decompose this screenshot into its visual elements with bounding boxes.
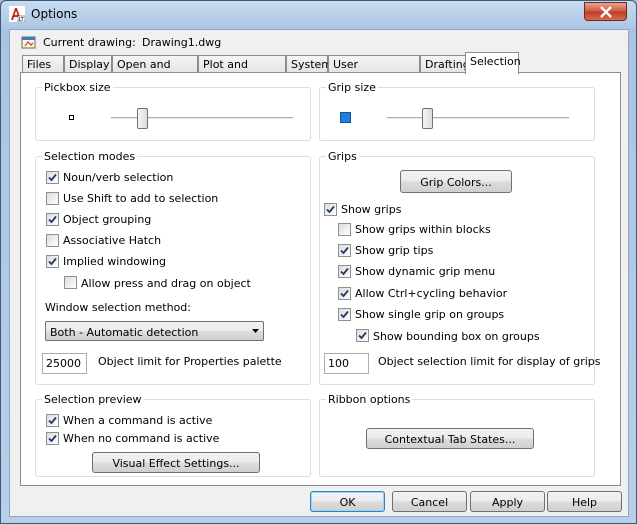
show-grips-checkbox[interactable] (324, 203, 337, 216)
dropdown-arrow-icon (252, 329, 259, 333)
when-no-command-active-checkbox[interactable] (46, 432, 59, 445)
when-command-active-label: When a command is active (63, 414, 213, 427)
drawing-file-icon (21, 36, 36, 49)
dialog-client-area: Current drawing: Drawing1.dwg Files Disp… (9, 29, 629, 517)
current-drawing-name: Drawing1.dwg (142, 36, 222, 49)
options-dialog: LT Options Current drawing: Drawing1.dwg… (0, 0, 637, 524)
checkmark-icon (48, 215, 57, 224)
tab-system[interactable]: System (286, 55, 332, 73)
pickbox-preview (69, 115, 74, 120)
window-selection-method-value: Both - Automatic detection (50, 326, 199, 339)
grip-size-preview (340, 112, 351, 123)
checkmark-icon (48, 257, 57, 266)
tab-drafting[interactable]: Drafting (420, 55, 470, 73)
ribbon-options-group: Ribbon options Contextual Tab States... (319, 393, 595, 477)
allow-ctrl-cycling-checkbox[interactable] (338, 287, 351, 300)
window-selection-method-label: Window selection method: (45, 301, 191, 314)
checkmark-icon (48, 416, 57, 425)
apply-button[interactable]: Apply (470, 491, 545, 512)
pickbox-size-group: Pickbox size (35, 81, 311, 141)
show-dynamic-grip-menu-label: Show dynamic grip menu (355, 265, 496, 278)
grip-size-group: Grip size (319, 81, 595, 141)
grips-title: Grips (326, 150, 359, 163)
selection-preview-title: Selection preview (42, 393, 144, 406)
pickbox-size-title: Pickbox size (42, 81, 113, 94)
tab-files[interactable]: Files (22, 55, 64, 73)
grip-size-title: Grip size (326, 81, 378, 94)
grip-size-slider[interactable] (422, 108, 434, 129)
show-grip-tips-checkbox[interactable] (338, 244, 351, 257)
checkmark-icon (326, 205, 335, 214)
window-title: Options (31, 7, 78, 21)
ok-button[interactable]: OK (310, 491, 385, 512)
object-grouping-label: Object grouping (63, 213, 152, 226)
tab-display[interactable]: Display (64, 55, 112, 73)
cancel-button[interactable]: Cancel (392, 491, 467, 512)
selection-preview-group: Selection preview When a command is acti… (35, 393, 311, 477)
tab-open-and-save[interactable]: Open and Save (112, 55, 198, 84)
noun-verb-selection-label: Noun/verb selection (63, 171, 174, 184)
checkmark-icon (48, 173, 57, 182)
show-single-grip-label: Show single grip on groups (355, 308, 505, 321)
checkmark-icon (48, 434, 57, 443)
checkmark-icon (340, 267, 349, 276)
grip-selection-limit-input[interactable]: 100 (324, 353, 369, 374)
grip-colors-button[interactable]: Grip Colors... (400, 170, 512, 193)
show-grip-tips-label: Show grip tips (355, 244, 434, 257)
contextual-tab-states-button[interactable]: Contextual Tab States... (366, 428, 534, 449)
when-command-active-checkbox[interactable] (46, 414, 59, 427)
show-single-grip-checkbox[interactable] (338, 308, 351, 321)
pickbox-slider[interactable] (136, 108, 148, 129)
tab-user-preferences[interactable]: User Preferences (328, 55, 420, 84)
title-bar[interactable]: LT Options (1, 1, 636, 27)
implied-windowing-label: Implied windowing (63, 255, 167, 268)
selection-tab-panel: Pickbox size Grip size Selection modes N… (20, 72, 621, 486)
show-bounding-box-label: Show bounding box on groups (373, 330, 540, 343)
object-limit-label: Object limit for Properties palette (98, 355, 282, 368)
object-grouping-checkbox[interactable] (46, 213, 59, 226)
checkmark-icon (340, 289, 349, 298)
window-selection-method-select[interactable]: Both - Automatic detection (45, 321, 264, 341)
autocad-lt-icon: LT (9, 6, 25, 22)
tab-plot-and-publish[interactable]: Plot and Publish (198, 55, 286, 84)
close-icon (600, 6, 612, 18)
ribbon-options-title: Ribbon options (326, 393, 413, 406)
checkmark-icon (340, 310, 349, 319)
close-button[interactable] (584, 2, 627, 21)
press-and-drag-checkbox[interactable] (64, 276, 77, 289)
use-shift-checkbox[interactable] (46, 192, 59, 205)
selection-modes-group: Selection modes Noun/verb selection Use … (35, 150, 311, 385)
tab-selection[interactable]: Selection (465, 52, 521, 74)
grips-group: Grips Grip Colors... Show grips Show gri… (319, 150, 601, 385)
associative-hatch-checkbox[interactable] (46, 234, 59, 247)
noun-verb-selection-checkbox[interactable] (46, 171, 59, 184)
checkmark-icon (340, 246, 349, 255)
grip-selection-limit-label: Object selection limit for display of gr… (378, 355, 601, 368)
object-limit-input[interactable]: 25000 (42, 353, 87, 374)
visual-effect-settings-button[interactable]: Visual Effect Settings... (92, 452, 260, 473)
implied-windowing-checkbox[interactable] (46, 255, 59, 268)
current-drawing-label: Current drawing: (43, 36, 136, 49)
allow-ctrl-cycling-label: Allow Ctrl+cycling behavior (355, 287, 508, 300)
show-grips-within-blocks-label: Show grips within blocks (355, 223, 491, 236)
help-button[interactable]: Help (547, 491, 622, 512)
selection-modes-title: Selection modes (42, 150, 138, 163)
checkmark-icon (358, 331, 367, 340)
grip-size-slider-track (387, 117, 569, 120)
show-bounding-box-checkbox[interactable] (356, 329, 369, 342)
associative-hatch-label: Associative Hatch (63, 234, 162, 247)
use-shift-label: Use Shift to add to selection (63, 192, 219, 205)
press-and-drag-label: Allow press and drag on object (81, 277, 251, 290)
show-grips-within-blocks-checkbox[interactable] (338, 223, 351, 236)
show-dynamic-grip-menu-checkbox[interactable] (338, 265, 351, 278)
when-no-command-active-label: When no command is active (63, 432, 220, 445)
show-grips-label: Show grips (341, 203, 402, 216)
